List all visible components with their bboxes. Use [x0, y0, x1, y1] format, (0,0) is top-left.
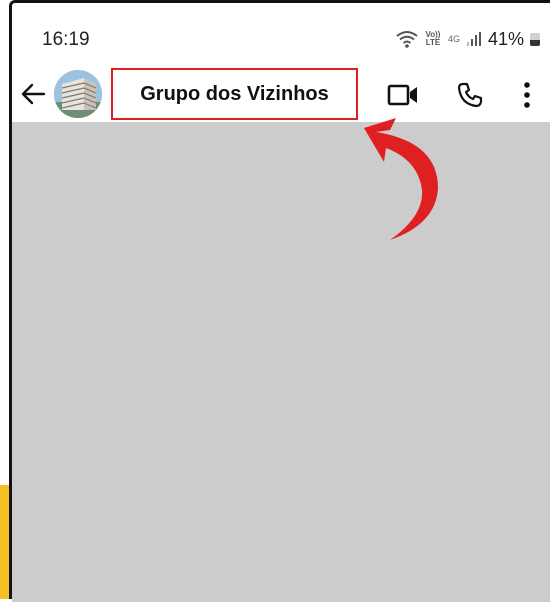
group-avatar[interactable] — [54, 70, 102, 118]
group-title: Grupo dos Vizinhos — [140, 82, 329, 105]
chat-messages-area[interactable] — [12, 122, 550, 602]
phone-screen: 16:19 Vo)) LTE 4G 41% Grupo dos Vizinhos — [9, 0, 550, 602]
status-time: 16:19 — [42, 29, 90, 50]
red-curved-arrow-annotation — [364, 118, 438, 240]
battery-percentage: 41% — [487, 28, 524, 49]
volte-indicator: Vo)) LTE — [425, 30, 441, 47]
building-picture — [54, 70, 102, 118]
signal-icon — [466, 32, 481, 46]
wifi-icon — [396, 31, 418, 48]
back-arrow-icon[interactable] — [20, 81, 46, 107]
status-bar: 16:19 Vo)) LTE 4G 41% — [12, 3, 550, 73]
more-options-icon[interactable] — [522, 81, 532, 109]
network-type: 4G — [447, 34, 460, 44]
chat-toolbar: Grupo dos Vizinhos — [12, 68, 550, 123]
battery-icon — [530, 32, 540, 46]
video-call-icon[interactable] — [387, 83, 419, 107]
phone-call-icon[interactable] — [457, 82, 483, 108]
highlighted-title-box[interactable]: Grupo dos Vizinhos — [111, 68, 358, 120]
status-icons: Vo)) LTE 4G 41% — [396, 27, 540, 51]
